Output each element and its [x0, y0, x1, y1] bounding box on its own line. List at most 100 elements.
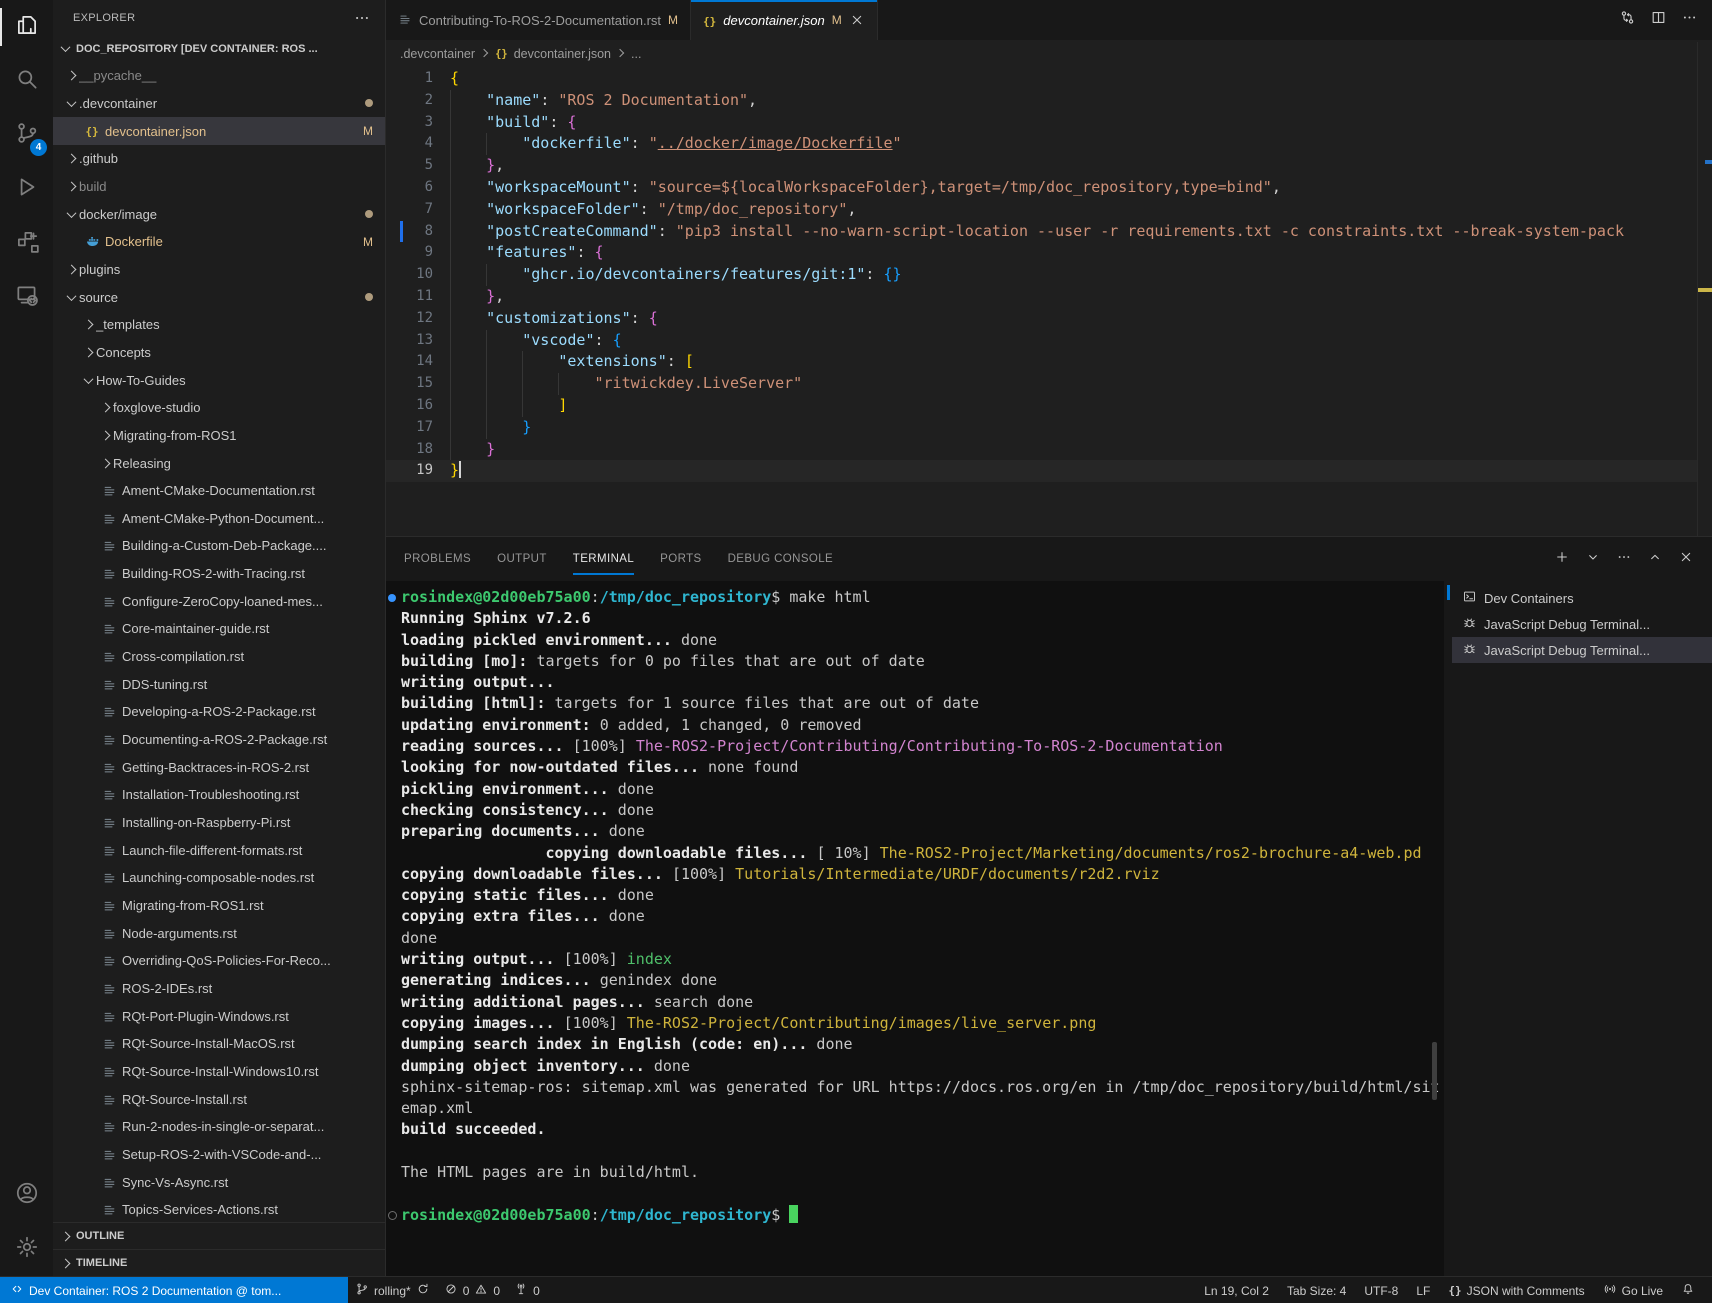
- close-icon[interactable]: [849, 12, 865, 28]
- tree-item[interactable]: Topics-Services-Actions.rst: [53, 1196, 385, 1222]
- activity-extensions[interactable]: [0, 216, 53, 270]
- tree-item[interactable]: .github: [53, 145, 385, 173]
- code-line[interactable]: 8 "postCreateCommand": "pip3 install --n…: [386, 221, 1698, 243]
- breadcrumb-item[interactable]: ...: [631, 47, 641, 61]
- more-actions-icon[interactable]: [1681, 9, 1698, 31]
- terminal-list-item[interactable]: JavaScript Debug Terminal...: [1452, 611, 1712, 637]
- panel-tab-problems[interactable]: PROBLEMS: [404, 537, 471, 581]
- code-line[interactable]: 11 },: [386, 286, 1698, 308]
- breadcrumb-item[interactable]: devcontainer.json: [514, 47, 611, 61]
- explorer-more-actions-icon[interactable]: [353, 9, 371, 27]
- tree-item[interactable]: Run-2-nodes-in-single-or-separat...: [53, 1113, 385, 1141]
- tree-item[interactable]: Migrating-from-ROS1.rst: [53, 892, 385, 920]
- code-line[interactable]: 5 },: [386, 155, 1698, 177]
- go-live[interactable]: Go Live: [1594, 1277, 1672, 1303]
- code-line[interactable]: 12 "customizations": {: [386, 308, 1698, 330]
- panel-tab-ports[interactable]: PORTS: [660, 537, 701, 581]
- tree-item[interactable]: docker/image: [53, 200, 385, 228]
- tree-item[interactable]: Core-maintainer-guide.rst: [53, 615, 385, 643]
- section-timeline[interactable]: TIMELINE: [53, 1249, 385, 1276]
- tab-size[interactable]: Tab Size: 4: [1278, 1277, 1355, 1303]
- tree-item[interactable]: Overriding-QoS-Policies-For-Reco...: [53, 947, 385, 975]
- terminal-viewport[interactable]: rosindex@02d00eb75a00:/tmp/doc_repositor…: [386, 581, 1444, 1277]
- tree-item[interactable]: RQt-Port-Plugin-Windows.rst: [53, 1002, 385, 1030]
- tree-item[interactable]: RQt-Source-Install-Windows10.rst: [53, 1058, 385, 1086]
- command-decoration-icon[interactable]: [388, 594, 396, 602]
- plus-icon[interactable]: [1554, 549, 1570, 570]
- language-mode[interactable]: {} JSON with Comments: [1439, 1277, 1593, 1303]
- tree-item[interactable]: _templates: [53, 311, 385, 339]
- tree-item[interactable]: Launching-composable-nodes.rst: [53, 864, 385, 892]
- panel-tab-terminal[interactable]: TERMINAL: [573, 537, 634, 581]
- overview-ruler[interactable]: [1697, 42, 1712, 536]
- tree-item[interactable]: Building-a-Custom-Deb-Package....: [53, 532, 385, 560]
- code-line[interactable]: 7 "workspaceFolder": "/tmp/doc_repositor…: [386, 199, 1698, 221]
- cursor-position[interactable]: Ln 19, Col 2: [1195, 1277, 1278, 1303]
- activity-scm[interactable]: 4: [0, 108, 53, 162]
- chevron-down-icon[interactable]: [1585, 549, 1601, 570]
- tree-item[interactable]: Node-arguments.rst: [53, 919, 385, 947]
- tree-item[interactable]: Ament-CMake-Documentation.rst: [53, 477, 385, 505]
- tree-item[interactable]: Installing-on-Raspberry-Pi.rst: [53, 809, 385, 837]
- activity-remote[interactable]: [0, 270, 53, 324]
- tree-item[interactable]: DockerfileM: [53, 228, 385, 256]
- tree-item[interactable]: RQt-Source-Install.rst: [53, 1085, 385, 1113]
- terminal-list-item[interactable]: Dev Containers: [1452, 585, 1712, 611]
- tree-item[interactable]: How-To-Guides: [53, 366, 385, 394]
- workspace-section-header[interactable]: DOC_REPOSITORY [DEV CONTAINER: ROS ...: [53, 35, 385, 62]
- tree-item[interactable]: ROS-2-IDEs.rst: [53, 975, 385, 1003]
- code-line[interactable]: 16 ]: [386, 395, 1698, 417]
- tree-item[interactable]: Releasing: [53, 449, 385, 477]
- tree-item[interactable]: Getting-Backtraces-in-ROS-2.rst: [53, 753, 385, 781]
- code-line[interactable]: 9 "features": {: [386, 242, 1698, 264]
- code-line[interactable]: 6 "workspaceMount": "source=${localWorks…: [386, 177, 1698, 199]
- tree-item[interactable]: source: [53, 283, 385, 311]
- code-line[interactable]: 10 "ghcr.io/devcontainers/features/git:1…: [386, 264, 1698, 286]
- tree-item[interactable]: Launch-file-different-formats.rst: [53, 836, 385, 864]
- activity-debug[interactable]: [0, 162, 53, 216]
- tree-item[interactable]: RQt-Source-Install-MacOS.rst: [53, 1030, 385, 1058]
- tree-item[interactable]: Ament-CMake-Python-Document...: [53, 505, 385, 533]
- tree-item[interactable]: plugins: [53, 256, 385, 284]
- code-line[interactable]: 19 }: [386, 460, 1698, 482]
- chevron-up-icon[interactable]: [1647, 549, 1663, 570]
- code-line[interactable]: 17 }: [386, 417, 1698, 439]
- code-line[interactable]: 3 "build": {: [386, 112, 1698, 134]
- split-editor-icon[interactable]: [1650, 9, 1667, 31]
- tree-item[interactable]: build: [53, 173, 385, 201]
- tree-item[interactable]: Setup-ROS-2-with-VSCode-and-...: [53, 1141, 385, 1169]
- breadcrumb[interactable]: .devcontainer {}devcontainer.json ...: [386, 40, 1712, 68]
- code-line[interactable]: 4 "dockerfile": "../docker/image/Dockerf…: [386, 133, 1698, 155]
- branch-status[interactable]: rolling*: [348, 1277, 437, 1303]
- breadcrumb-item[interactable]: .devcontainer: [400, 47, 475, 61]
- ports-status[interactable]: 0: [507, 1277, 547, 1303]
- panel-tab-debug-console[interactable]: DEBUG CONSOLE: [728, 537, 834, 581]
- editor-tab[interactable]: {} devcontainer.json M: [691, 0, 878, 40]
- tree-item[interactable]: Configure-ZeroCopy-loaned-mes...: [53, 587, 385, 615]
- code-editor[interactable]: 1 { 2 "name": "ROS 2 Documentation", 3 "…: [386, 68, 1698, 536]
- activity-explorer[interactable]: [0, 0, 53, 54]
- tree-item[interactable]: Documenting-a-ROS-2-Package.rst: [53, 726, 385, 754]
- activity-search[interactable]: [0, 54, 53, 108]
- code-line[interactable]: 15 "ritwickdey.LiveServer": [386, 373, 1698, 395]
- activity-settings[interactable]: [0, 1222, 53, 1276]
- notifications[interactable]: [1672, 1277, 1704, 1303]
- terminal-list-item[interactable]: JavaScript Debug Terminal...: [1452, 637, 1712, 663]
- remote-indicator[interactable]: Dev Container: ROS 2 Documentation @ tom…: [0, 1277, 348, 1303]
- ellipsis-icon[interactable]: [1616, 549, 1632, 570]
- tree-item[interactable]: Installation-Troubleshooting.rst: [53, 781, 385, 809]
- close-icon[interactable]: [1678, 549, 1694, 570]
- command-decoration-icon[interactable]: [388, 1211, 397, 1220]
- code-line[interactable]: 18 }: [386, 439, 1698, 461]
- code-line[interactable]: 2 "name": "ROS 2 Documentation",: [386, 90, 1698, 112]
- tree-item[interactable]: DDS-tuning.rst: [53, 670, 385, 698]
- tree-item[interactable]: .devcontainer: [53, 90, 385, 118]
- tree-item[interactable]: foxglove-studio: [53, 394, 385, 422]
- tree-item[interactable]: Building-ROS-2-with-Tracing.rst: [53, 560, 385, 588]
- problems-status[interactable]: 0 0: [437, 1277, 507, 1303]
- tree-item[interactable]: Sync-Vs-Async.rst: [53, 1168, 385, 1196]
- encoding[interactable]: UTF-8: [1355, 1277, 1407, 1303]
- activity-account[interactable]: [0, 1168, 53, 1222]
- tree-item[interactable]: {}devcontainer.jsonM: [53, 117, 385, 145]
- code-line[interactable]: 14 "extensions": [: [386, 351, 1698, 373]
